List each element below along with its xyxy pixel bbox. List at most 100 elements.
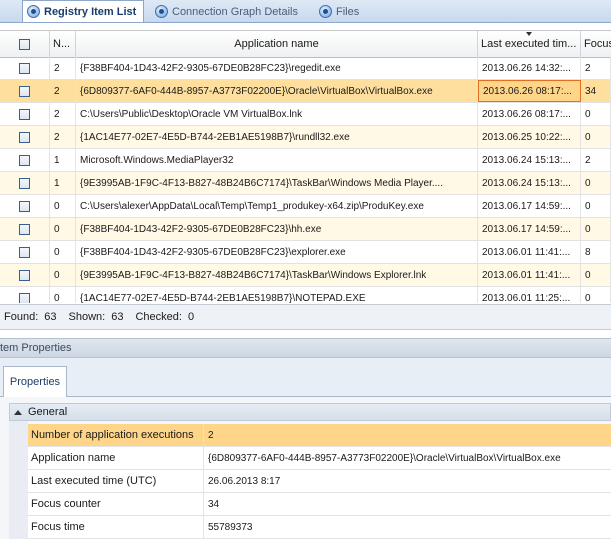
cell-app[interactable]: C:\Users\Public\Desktop\Oracle VM Virtua… [76,103,478,125]
row-checkbox[interactable] [19,108,30,120]
tab-files[interactable]: Files [314,1,364,21]
cell-focus[interactable]: 0 [581,264,611,286]
row-check-cell[interactable] [0,149,50,171]
cell-focus[interactable]: 8 [581,241,611,263]
table-row[interactable]: 2 {1AC14E77-02E7-4E5D-B744-2EB1AE5198B7}\… [0,126,611,149]
table-row[interactable]: 2 C:\Users\Public\Desktop\Oracle VM Virtu… [0,103,611,126]
cell-focus[interactable]: 2 [581,149,611,171]
row-check-cell[interactable] [0,195,50,217]
row-checkbox[interactable] [19,292,30,303]
property-value[interactable]: 34 [205,493,611,515]
row-checkbox[interactable] [19,85,30,97]
property-row[interactable]: Focus time 55789373 [28,516,611,539]
row-checkbox[interactable] [19,62,30,74]
cell-focus[interactable]: 0 [581,218,611,240]
cell-n[interactable]: 0 [50,241,76,263]
cell-app[interactable]: {9E3995AB-1F9C-4F13-B827-48B24B6C7174}\T… [76,264,478,286]
table-row[interactable]: 1 Microsoft.Windows.MediaPlayer32 2013.06.… [0,149,611,172]
properties-gutter [9,421,28,539]
row-check-cell[interactable] [0,218,50,240]
cell-focus[interactable]: 0 [581,195,611,217]
cell-app[interactable]: {1AC14E77-02E7-4E5D-B744-2EB1AE5198B7}\r… [76,126,478,148]
property-value[interactable]: 2 [205,424,611,446]
table-row[interactable]: 0 {F38BF404-1D43-42F2-9305-67DE0B28FC23}\… [0,241,611,264]
cell-n[interactable]: 1 [50,149,76,171]
cell-n[interactable]: 2 [50,57,76,79]
cell-app[interactable]: {F38BF404-1D43-42F2-9305-67DE0B28FC23}\r… [76,57,478,79]
cell-last[interactable]: 2013.06.17 14:59:... [478,195,581,217]
property-row[interactable]: Focus counter 34 [28,493,611,516]
property-value[interactable]: 26.06.2013 8:17 [205,470,611,492]
check-all-checkbox[interactable] [19,38,30,50]
row-checkbox[interactable] [19,131,30,143]
row-check-cell[interactable] [0,80,50,102]
cell-app[interactable]: Microsoft.Windows.MediaPlayer32 [76,149,478,171]
cell-app[interactable]: {9E3995AB-1F9C-4F13-B827-48B24B6C7174}\T… [76,172,478,194]
cell-last[interactable]: 2013.06.25 10:22:... [478,126,581,148]
row-check-cell[interactable] [0,103,50,125]
cell-n[interactable]: 0 [50,287,76,303]
cell-last[interactable]: 2013.06.01 11:25:... [478,287,581,303]
cell-n[interactable]: 2 [50,103,76,125]
table-row[interactable]: 0 {1AC14E77-02E7-4E5D-B744-2EB1AE5198B7}\… [0,287,611,303]
cell-app[interactable]: {F38BF404-1D43-42F2-9305-67DE0B28FC23}\e… [76,241,478,263]
cell-app[interactable]: C:\Users\alexer\AppData\Local\Temp\Temp1… [76,195,478,217]
cell-focus[interactable]: 34 [581,80,611,102]
cell-last[interactable]: 2013.06.24 15:13:... [478,172,581,194]
property-row[interactable]: Number of application executions 2 [28,424,611,447]
property-value[interactable]: 55789373 [205,516,611,538]
cell-last[interactable]: 2013.06.26 08:17:... [478,103,581,125]
cell-n[interactable]: 2 [50,126,76,148]
cell-n[interactable]: 0 [50,218,76,240]
table-row[interactable]: 0 C:\Users\alexer\AppData\Local\Temp\Temp… [0,195,611,218]
table-row[interactable]: 2 {F38BF404-1D43-42F2-9305-67DE0B28FC23}\… [0,57,611,80]
header-focus[interactable]: Focus [581,31,611,57]
cell-last[interactable]: 2013.06.26 08:17:... [478,80,581,102]
cell-focus[interactable]: 2 [581,57,611,79]
cell-app[interactable]: {1AC14E77-02E7-4E5D-B744-2EB1AE5198B7}\N… [76,287,478,303]
cell-app[interactable]: {6D809377-6AF0-444B-8957-A3773F02200E}\O… [76,80,478,102]
row-checkbox[interactable] [19,200,30,212]
header-application-name[interactable]: Application name [76,31,478,57]
row-check-cell[interactable] [0,241,50,263]
cell-focus[interactable]: 0 [581,172,611,194]
cell-last[interactable]: 2013.06.24 15:13:... [478,149,581,171]
cell-last[interactable]: 2013.06.01 11:41:... [478,264,581,286]
table-row[interactable]: 1 {9E3995AB-1F9C-4F13-B827-48B24B6C7174}\… [0,172,611,195]
cell-focus[interactable]: 0 [581,103,611,125]
table-row[interactable]: 2 {6D809377-6AF0-444B-8957-A3773F02200E}\… [0,80,611,103]
cell-n[interactable]: 2 [50,80,76,102]
row-check-cell[interactable] [0,287,50,303]
row-check-cell[interactable] [0,172,50,194]
property-row[interactable]: Last executed time (UTC) 26.06.2013 8:17 [28,470,611,493]
row-check-cell[interactable] [0,126,50,148]
cell-n[interactable]: 0 [50,264,76,286]
tab-properties[interactable]: Properties [3,366,67,397]
row-check-cell[interactable] [0,264,50,286]
tab-registry-item-list[interactable]: Registry Item List [22,0,144,22]
row-checkbox[interactable] [19,269,30,281]
row-checkbox[interactable] [19,223,30,235]
tab-connection-graph-details[interactable]: Connection Graph Details [150,1,308,21]
cell-focus[interactable]: 0 [581,126,611,148]
table-row[interactable]: 0 {9E3995AB-1F9C-4F13-B827-48B24B6C7174}\… [0,264,611,287]
cell-n[interactable]: 0 [50,195,76,217]
header-check-all[interactable] [0,31,50,57]
row-check-cell[interactable] [0,57,50,79]
header-number[interactable]: N... [50,31,76,57]
property-row[interactable]: Application name {6D809377-6AF0-444B-8957… [28,447,611,470]
cell-n[interactable]: 1 [50,172,76,194]
table-row[interactable]: 0 {F38BF404-1D43-42F2-9305-67DE0B28FC23}\… [0,218,611,241]
row-checkbox[interactable] [19,246,30,258]
cell-app[interactable]: {F38BF404-1D43-42F2-9305-67DE0B28FC23}\h… [76,218,478,240]
property-value[interactable]: {6D809377-6AF0-444B-8957-A3773F02200E}\O… [205,447,611,469]
registry-item-grid[interactable]: N... Application name Last executed tim.… [0,30,611,303]
cell-focus[interactable]: 0 [581,287,611,303]
row-checkbox[interactable] [19,154,30,166]
cell-last[interactable]: 2013.06.26 14:32:... [478,57,581,79]
group-general[interactable]: General [9,403,611,421]
row-checkbox[interactable] [19,177,30,189]
cell-last[interactable]: 2013.06.17 14:59:... [478,218,581,240]
collapse-icon[interactable] [14,409,22,415]
cell-last[interactable]: 2013.06.01 11:41:... [478,241,581,263]
